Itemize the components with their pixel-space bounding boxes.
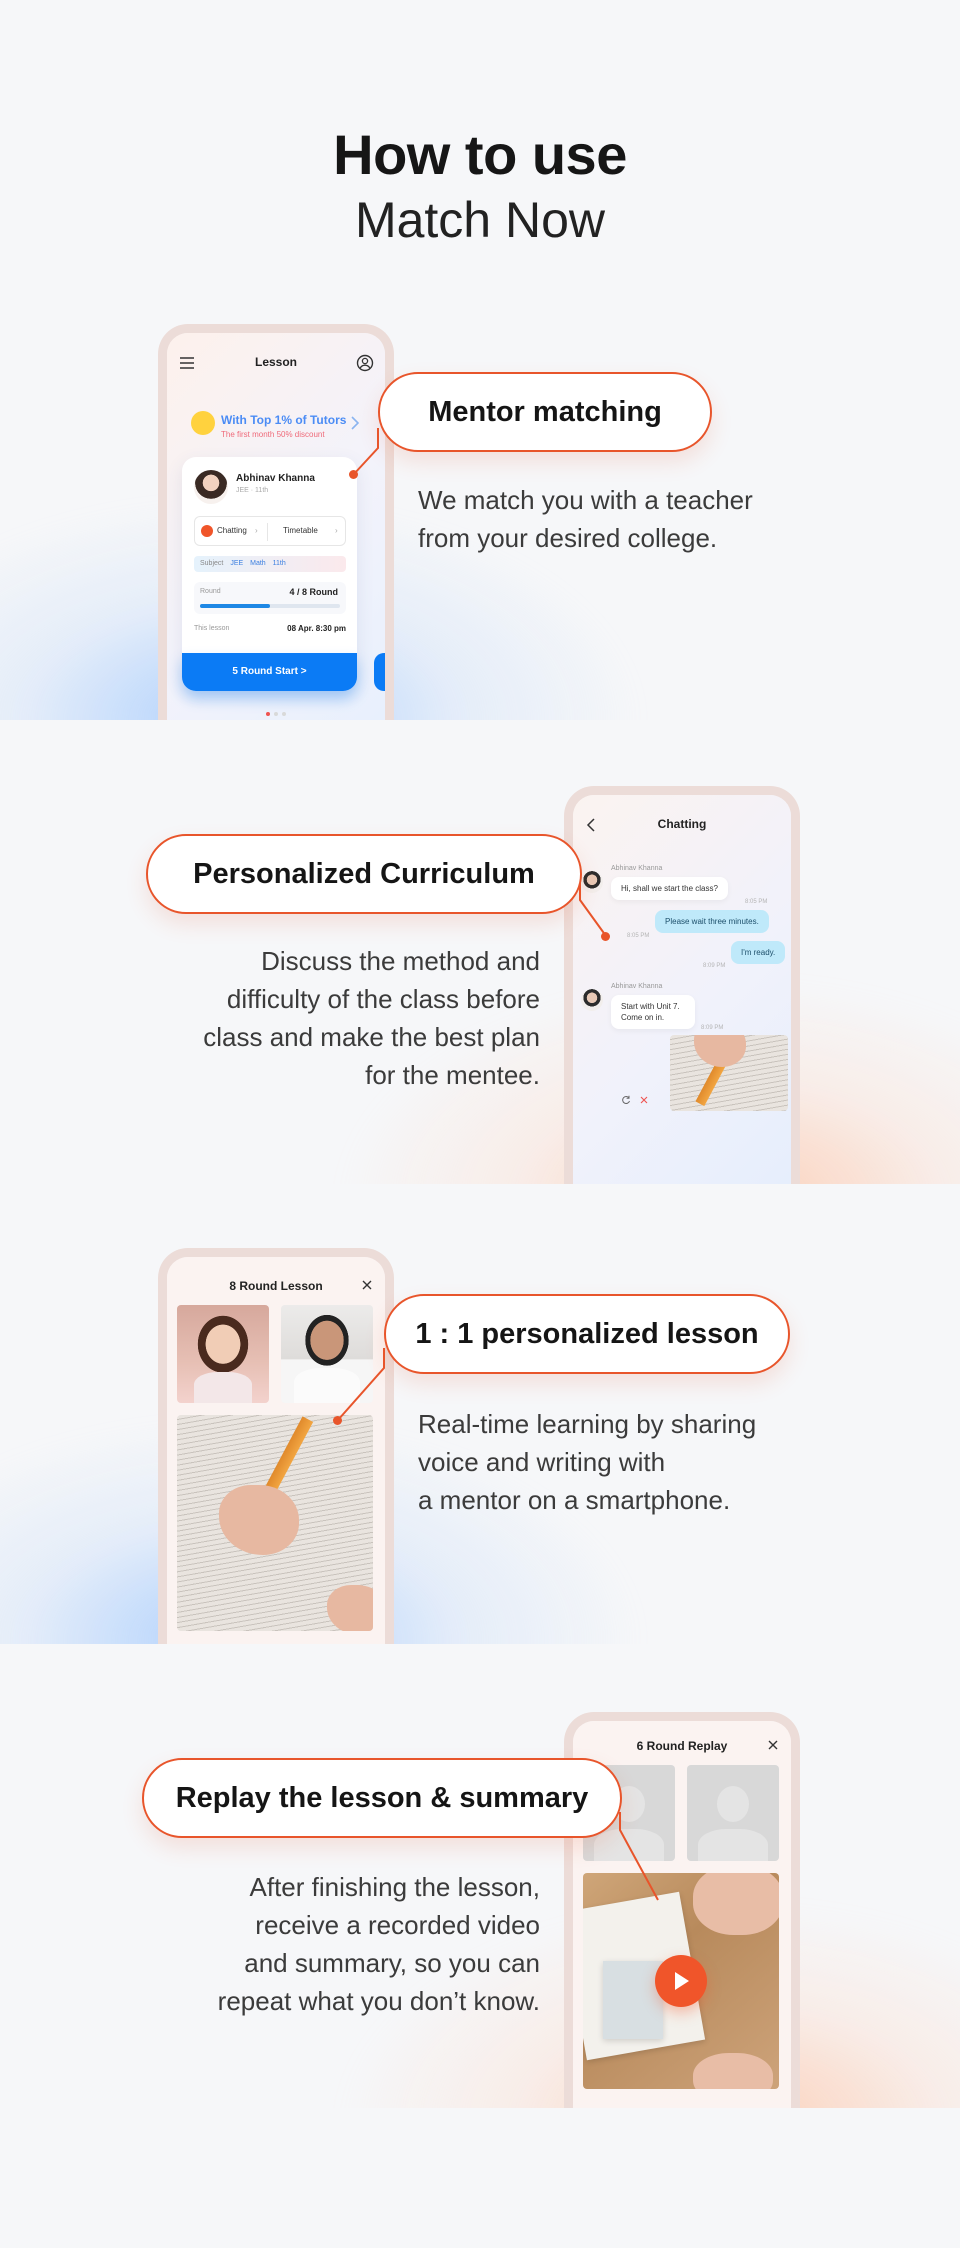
subject-tag: JEE <box>230 560 244 567</box>
chat-message: Please wait three minutes. <box>655 910 769 933</box>
mentor-avatar <box>581 989 603 1011</box>
section-personalized-lesson: 8 Round Lesson 1 : 1 personalized lesson… <box>0 1220 960 1644</box>
chevron-right-icon[interactable] <box>345 413 365 433</box>
description-mentor-matching: We match you with a teacher from your de… <box>418 485 753 553</box>
lesson-screen-title: Lesson <box>254 355 297 369</box>
chatting-chevron-icon: › <box>255 526 258 535</box>
chat-message: Start with Unit 7. Come on in. <box>611 995 695 1029</box>
round-value: 4 / 8 Round <box>289 587 338 597</box>
sender-name: Abhinav Khanna <box>611 983 663 990</box>
mentor-tags: JEE · 11th <box>236 487 269 494</box>
description-personalized-curriculum: Discuss the method and difficulty of the… <box>203 946 540 1090</box>
sender-name: Abhinav Khanna <box>611 865 663 872</box>
description-personalized-lesson: Real-time learning by sharing voice and … <box>418 1409 757 1515</box>
start-round-button[interactable]: 5 Round Start > <box>182 653 357 691</box>
shared-whiteboard[interactable] <box>177 1415 373 1631</box>
replay-title: 6 Round Replay <box>636 1739 728 1753</box>
alert-icon <box>201 525 213 537</box>
callout-anchor-dot <box>333 1416 342 1425</box>
mentor-avatar <box>194 470 228 504</box>
chat-message: Hi, shall we start the class? <box>611 877 728 900</box>
lesson-phone: Lesson With Top 1% of Tutors The first m… <box>158 324 394 720</box>
round-label: Round <box>200 588 221 595</box>
title-line-2: Match Now <box>354 192 606 248</box>
callout-personalized-curriculum: Personalized Curriculum <box>146 834 582 914</box>
subject-label: Subject <box>200 560 224 567</box>
message-time: 8:09 PM <box>703 963 726 969</box>
refresh-icon[interactable] <box>619 1093 633 1107</box>
callout-personalized-lesson: 1 : 1 personalized lesson <box>384 1294 790 1374</box>
promo-title: With Top 1% of Tutors <box>221 413 347 427</box>
chatting-link[interactable]: Chatting <box>217 526 247 535</box>
lesson-label: This lesson <box>194 625 230 632</box>
chat-message: I'm ready. <box>731 941 786 964</box>
close-icon[interactable] <box>357 1275 377 1295</box>
subject-row: Subject JEE Math 11th <box>194 556 346 572</box>
carousel-dots <box>167 703 385 720</box>
lesson-video-phone: 8 Round Lesson <box>158 1248 394 1644</box>
mentor-avatar <box>581 871 603 893</box>
callout-anchor-dot <box>349 470 358 479</box>
callout-mentor-matching: Mentor matching <box>378 372 712 452</box>
promo-banner[interactable]: With Top 1% of Tutors The first month 50… <box>191 407 361 447</box>
section-mentor-matching: Lesson With Top 1% of Tutors The first m… <box>0 300 960 720</box>
laughing-emoji-icon <box>191 411 215 435</box>
round-progress: Round 4 / 8 Round <box>194 582 346 614</box>
subject-tag: 11th <box>272 560 286 567</box>
subject-tag: Math <box>250 560 266 567</box>
description-replay: After finishing the lesson, receive a re… <box>217 1872 540 2016</box>
message-time: 8:05 PM <box>627 933 650 939</box>
play-button[interactable] <box>655 1955 707 2007</box>
play-icon <box>675 1972 689 1990</box>
mentor-video[interactable] <box>281 1305 373 1403</box>
callout-replay: Replay the lesson & summary <box>142 1758 622 1838</box>
section-replay: 6 Round Replay Replay the lesson & summa… <box>0 1684 960 2108</box>
lesson-datetime: 08 Apr. 8:30 pm <box>287 624 346 633</box>
section-personalized-curriculum: Chatting Abhinav Khanna Hi, shall we sta… <box>0 760 960 1184</box>
round-progress-fill <box>200 604 270 608</box>
mentor-placeholder <box>687 1765 779 1861</box>
timetable-chevron-icon: › <box>335 526 338 535</box>
page-title: How to use Match Now <box>0 122 960 252</box>
callout-anchor-dot <box>601 932 610 941</box>
close-icon[interactable] <box>763 1735 783 1755</box>
message-time: 8:05 PM <box>745 899 768 905</box>
title-line-1: How to use <box>333 123 627 186</box>
user-circle-icon[interactable] <box>355 353 375 373</box>
close-icon[interactable] <box>637 1093 651 1107</box>
timetable-link[interactable]: Timetable <box>283 526 318 535</box>
student-video[interactable] <box>177 1305 269 1403</box>
shared-photo[interactable] <box>670 1035 788 1111</box>
next-card-peek[interactable] <box>374 653 385 691</box>
lesson-video-title: 8 Round Lesson <box>229 1279 323 1293</box>
chat-screen-title: Chatting <box>657 817 707 831</box>
chat-phone: Chatting Abhinav Khanna Hi, shall we sta… <box>564 786 800 1184</box>
promo-subtitle: The first month 50% discount <box>221 430 325 439</box>
mentor-name: Abhinav Khanna <box>236 473 315 484</box>
message-time: 8:09 PM <box>701 1025 724 1031</box>
